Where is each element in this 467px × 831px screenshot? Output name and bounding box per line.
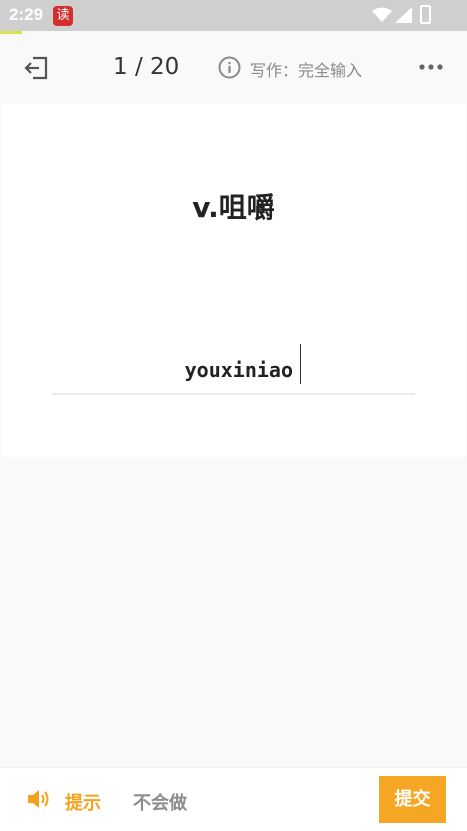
question-counter: 1 / 20 <box>113 54 180 80</box>
status-time: 2:29 <box>9 5 44 24</box>
info-icon[interactable] <box>218 56 241 79</box>
app-notification-icon: 读 <box>53 6 73 26</box>
toolbar: 1 / 20 写作：完全输入 <box>0 34 467 104</box>
speaker-icon[interactable] <box>27 788 51 810</box>
exit-icon[interactable] <box>24 55 50 81</box>
text-cursor <box>300 344 301 384</box>
battery-icon <box>420 5 431 24</box>
more-icon[interactable] <box>418 63 444 71</box>
status-bar: 2:29 读 <box>0 0 467 31</box>
hint-button[interactable]: 提示 <box>65 789 101 815</box>
dont-know-button[interactable]: 不会做 <box>133 789 187 815</box>
mode-label[interactable]: 写作：完全输入 <box>250 57 362 81</box>
bottom-bar: 提示 不会做 提交 <box>0 767 467 831</box>
answer-underline <box>52 393 415 395</box>
signal-icon <box>395 7 412 23</box>
question-card: v.咀嚼 youxiniao <box>1 104 466 457</box>
word-prompt: v.咀嚼 <box>192 191 275 224</box>
answer-input[interactable]: youxiniao <box>52 358 293 382</box>
submit-button[interactable]: 提交 <box>379 776 446 823</box>
wifi-icon <box>372 7 392 22</box>
